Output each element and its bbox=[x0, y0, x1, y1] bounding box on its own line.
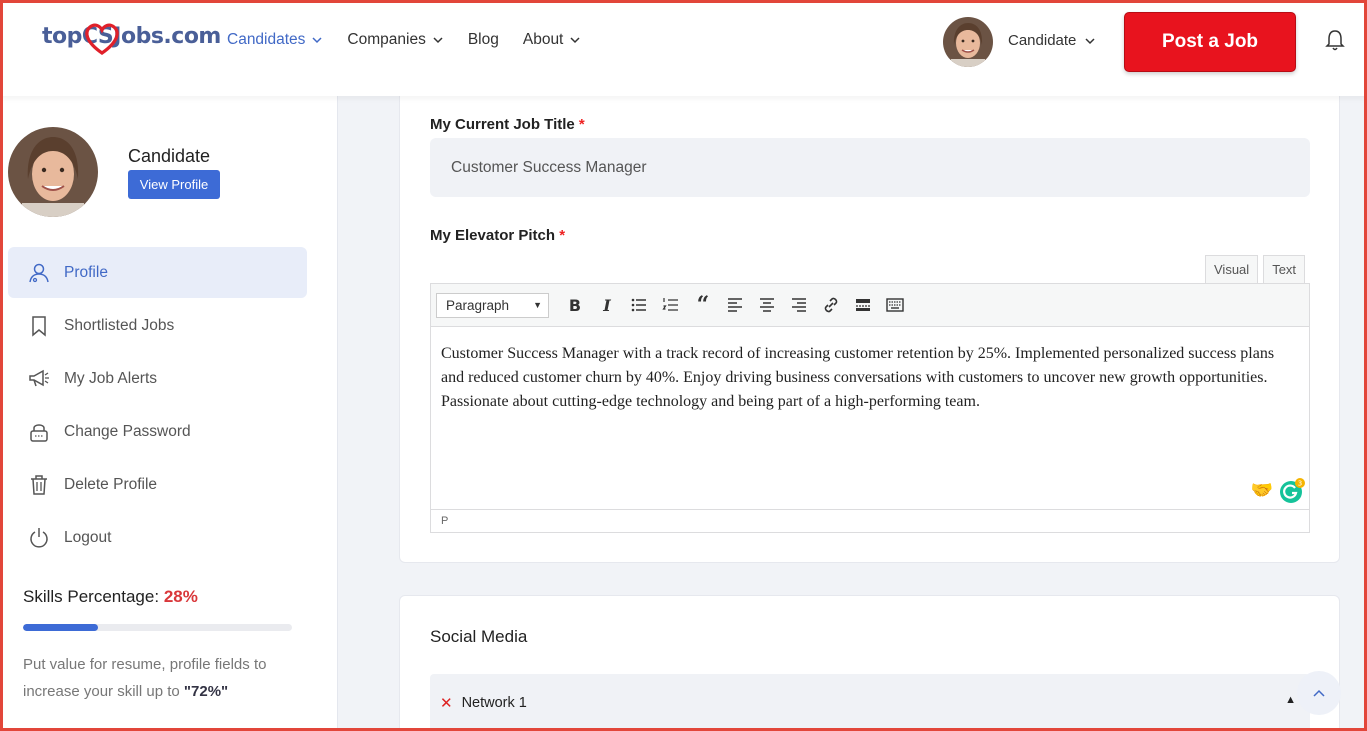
paragraph-format-select[interactable]: Paragraph ▼ bbox=[436, 292, 549, 318]
bell-icon[interactable] bbox=[1324, 28, 1346, 52]
chevron-down-icon bbox=[570, 37, 580, 44]
pitch-editor: Paragraph ▼ B I “ Customer Success Manag… bbox=[430, 283, 1310, 533]
chevron-down-icon bbox=[312, 37, 322, 44]
blockquote-button[interactable]: “ bbox=[687, 291, 719, 319]
caret-down-icon: ▼ bbox=[533, 300, 542, 310]
scroll-to-top-button[interactable] bbox=[1297, 671, 1341, 715]
sidebar-item-profile[interactable]: Profile bbox=[8, 247, 307, 298]
read-more-icon bbox=[856, 299, 870, 311]
align-left-icon bbox=[728, 298, 742, 312]
sidebar-menu: Profile Shortlisted Jobs My Job Alerts C… bbox=[8, 247, 307, 565]
megaphone-icon bbox=[29, 369, 49, 386]
editor-status-path: P bbox=[431, 509, 1309, 532]
job-title-label: My Current Job Title * bbox=[430, 116, 585, 133]
network-row[interactable]: ✕ Network 1 ▲ bbox=[430, 674, 1310, 731]
grammarly-count: 3 bbox=[1298, 480, 1302, 488]
lock-icon bbox=[30, 423, 48, 442]
bullet-list-button[interactable] bbox=[623, 291, 655, 319]
skills-target: "72%" bbox=[183, 683, 229, 700]
tab-text[interactable]: Text bbox=[1263, 255, 1306, 283]
main-nav: Candidates Companies Blog About bbox=[227, 31, 605, 49]
sidebar-item-job-alerts[interactable]: My Job Alerts bbox=[8, 353, 307, 404]
power-icon bbox=[30, 527, 48, 548]
top-header: topCSJobs.com Candidates Companies Blog … bbox=[0, 0, 1367, 96]
sidebar-avatar bbox=[8, 127, 98, 217]
skills-progress-bar bbox=[23, 624, 292, 631]
insert-link-button[interactable] bbox=[815, 291, 847, 319]
skills-percent-value: 28% bbox=[163, 587, 198, 606]
align-center-button[interactable] bbox=[751, 291, 783, 319]
editor-toolbar: Paragraph ▼ B I “ bbox=[431, 284, 1309, 327]
sidebar-item-shortlisted-jobs[interactable]: Shortlisted Jobs bbox=[8, 300, 307, 351]
bold-icon: B bbox=[568, 295, 582, 315]
avatar-image bbox=[8, 127, 98, 217]
numbered-list-button[interactable] bbox=[655, 291, 687, 319]
nav-about[interactable]: About bbox=[523, 31, 582, 49]
numbered-list-icon bbox=[662, 298, 678, 311]
user-role-dropdown[interactable]: Candidate bbox=[1008, 32, 1096, 49]
site-logo[interactable]: topCSJobs.com bbox=[42, 23, 221, 55]
remove-network-icon[interactable]: ✕ bbox=[440, 694, 453, 712]
handshake-icon[interactable]: 🤝 bbox=[1251, 480, 1273, 501]
sidebar-item-logout[interactable]: Logout bbox=[8, 512, 307, 563]
sidebar-item-change-password[interactable]: Change Password bbox=[8, 406, 307, 457]
elevator-pitch-label: My Elevator Pitch * bbox=[430, 227, 566, 244]
sidebar: Candidate View Profile Profile Shortlist… bbox=[0, 96, 338, 731]
grammarly-icon[interactable]: 3 bbox=[1279, 478, 1305, 504]
align-right-icon bbox=[792, 298, 806, 312]
pitch-text-area[interactable]: Customer Success Manager with a track re… bbox=[431, 328, 1309, 511]
collapse-triangle-icon[interactable]: ▲ bbox=[1285, 694, 1296, 706]
skills-percentage: Skills Percentage: 28% bbox=[23, 587, 198, 606]
editor-mode-tabs: Visual Text bbox=[1205, 255, 1306, 283]
header-avatar[interactable] bbox=[943, 17, 993, 67]
logo-text: topCSJobs.com bbox=[42, 24, 221, 49]
social-media-card: Social Media ✕ Network 1 ▲ bbox=[399, 595, 1340, 731]
post-job-button[interactable]: Post a Job bbox=[1124, 12, 1296, 72]
view-profile-button[interactable]: View Profile bbox=[128, 170, 220, 199]
align-left-button[interactable] bbox=[719, 291, 751, 319]
bookmark-icon bbox=[32, 315, 46, 337]
nav-candidates[interactable]: Candidates bbox=[227, 31, 323, 49]
profile-name: Candidate bbox=[128, 146, 211, 166]
tab-visual[interactable]: Visual bbox=[1205, 255, 1259, 283]
keyboard-icon bbox=[886, 298, 904, 312]
read-more-button[interactable] bbox=[847, 291, 879, 319]
heart-logo-icon bbox=[85, 23, 119, 55]
italic-button[interactable]: I bbox=[591, 291, 623, 319]
trash-icon bbox=[31, 474, 47, 495]
link-icon bbox=[824, 297, 838, 313]
skills-note: Put value for resume, profile fields to … bbox=[23, 656, 267, 700]
skills-progress-fill bbox=[23, 624, 99, 631]
align-right-button[interactable] bbox=[783, 291, 815, 319]
quote-icon: “ bbox=[696, 292, 710, 318]
italic-icon: I bbox=[603, 295, 611, 315]
user-icon bbox=[29, 263, 49, 282]
bullet-list-icon bbox=[631, 298, 646, 312]
bold-button[interactable]: B bbox=[559, 291, 591, 319]
chevron-down-icon bbox=[433, 37, 443, 44]
sidebar-item-delete-profile[interactable]: Delete Profile bbox=[8, 459, 307, 510]
avatar-image bbox=[943, 17, 993, 67]
align-center-icon bbox=[760, 298, 774, 312]
nav-companies[interactable]: Companies bbox=[347, 31, 443, 49]
social-media-title: Social Media bbox=[430, 627, 528, 646]
chevron-up-icon bbox=[1313, 689, 1325, 697]
chevron-down-icon bbox=[1085, 37, 1095, 44]
job-title-input[interactable]: Customer Success Manager bbox=[430, 138, 1310, 197]
profile-form-card: My Current Job Title * Customer Success … bbox=[399, 90, 1340, 563]
nav-blog[interactable]: Blog bbox=[468, 31, 499, 49]
toolbar-toggle-button[interactable] bbox=[879, 291, 911, 319]
